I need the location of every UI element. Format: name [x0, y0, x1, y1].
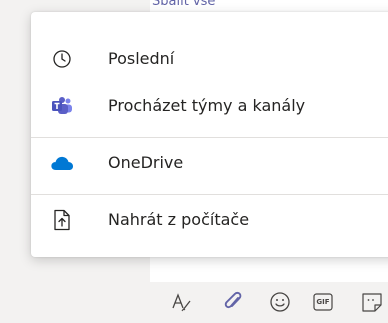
menu-item-upload-from-computer[interactable]: Nahrát z počítače	[31, 198, 388, 242]
menu-item-label: OneDrive	[108, 153, 184, 172]
gif-label: GIF	[316, 298, 330, 306]
gif-icon[interactable]: GIF	[311, 290, 335, 314]
menu-item-onedrive[interactable]: OneDrive	[31, 141, 388, 185]
menu-item-label: Nahrát z počítače	[108, 210, 250, 229]
compose-toolbar: GIF	[150, 282, 388, 323]
attach-icon[interactable]	[221, 290, 245, 314]
teams-icon	[50, 94, 74, 118]
upload-file-icon	[50, 208, 74, 232]
clock-icon	[50, 47, 74, 71]
menu-item-label: Procházet týmy a kanály	[108, 96, 306, 115]
onedrive-icon	[50, 151, 74, 175]
format-icon[interactable]	[170, 290, 194, 314]
emoji-icon[interactable]	[268, 290, 292, 314]
attach-menu: Poslední Procházet týmy a kanály OneDriv…	[31, 12, 388, 257]
collapse-all-link[interactable]: Sbalit vše	[152, 0, 215, 9]
sticker-icon[interactable]	[360, 290, 384, 314]
menu-divider	[31, 137, 388, 138]
menu-divider	[31, 194, 388, 195]
menu-item-label: Poslední	[108, 49, 175, 68]
menu-item-recent[interactable]: Poslední	[31, 37, 388, 81]
menu-item-browse-teams[interactable]: Procházet týmy a kanály	[31, 84, 388, 128]
